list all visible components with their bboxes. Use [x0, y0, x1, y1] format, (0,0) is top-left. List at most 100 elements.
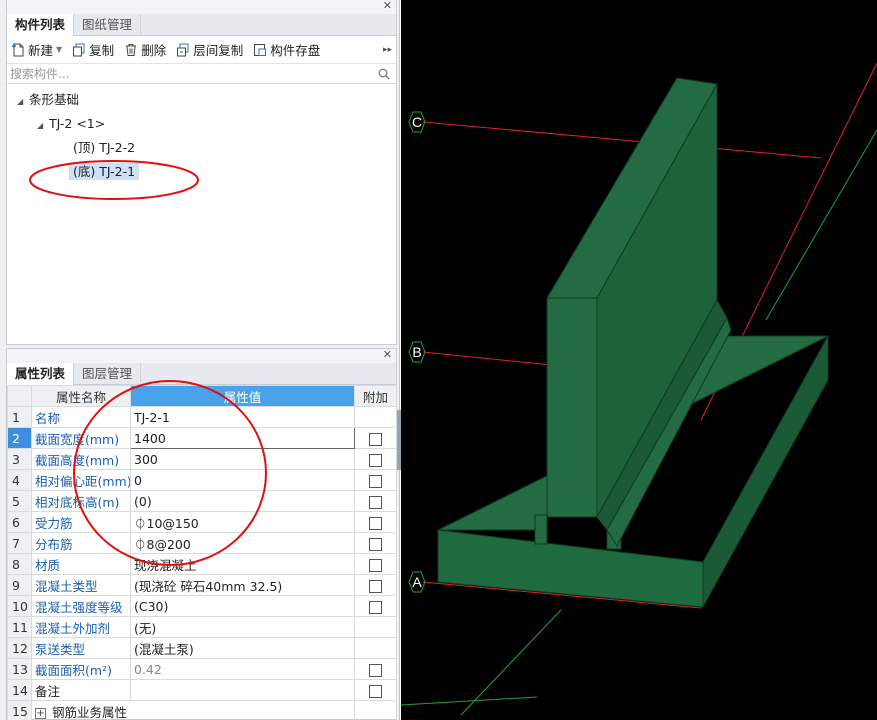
row-number: 15 [7, 700, 32, 720]
tree-node-tj2-2[interactable]: (顶) TJ-2-2 [7, 136, 396, 160]
extra-checkbox[interactable] [369, 579, 382, 593]
extra-cell [354, 700, 397, 720]
extra-checkbox[interactable] [369, 684, 382, 698]
table-row[interactable]: 15 + 钢筋业务属性 [7, 700, 397, 720]
3d-viewport[interactable]: C B A [400, 0, 877, 720]
chevron-down-icon[interactable]: ▼ [56, 45, 62, 54]
table-row[interactable]: 9 混凝土类型 (现浇砼 碎石40mm 32.5) [7, 574, 397, 596]
property-value[interactable]: (现浇砼 碎石40mm 32.5) [130, 574, 355, 596]
extra-checkbox[interactable] [369, 558, 382, 572]
extra-checkbox[interactable] [369, 453, 382, 467]
delete-label: 删除 [141, 43, 167, 58]
property-name: 混凝土强度等级 [31, 595, 131, 617]
expand-plus-icon[interactable]: + [35, 707, 46, 719]
delete-button[interactable]: 删除 [124, 40, 166, 59]
row-number: 5 [7, 490, 32, 512]
tree-node-tj2[interactable]: ◢ TJ-2 <1> [7, 112, 396, 136]
svg-text:A: A [412, 574, 422, 590]
extra-checkbox[interactable] [369, 495, 382, 509]
property-panel: ✕ 属性列表 图层管理 属性名称 属性值 附加 1 名称 TJ-2-1 2 截面… [6, 348, 397, 720]
extra-checkbox[interactable] [369, 432, 382, 446]
axis-label-c: C [408, 111, 426, 133]
toolbar-overflow-icon[interactable]: ▸▸ [383, 45, 392, 55]
tree-node-label: 条形基础 [29, 92, 80, 107]
copy-button[interactable]: 复制 [72, 40, 114, 59]
row-number: 8 [7, 553, 32, 575]
row-number: 2 [7, 427, 32, 449]
svg-text:B: B [412, 344, 421, 360]
panel-header-bar: ✕ [7, 0, 396, 14]
search-input[interactable] [10, 66, 378, 81]
grid-line [400, 696, 538, 706]
extra-cell [354, 427, 397, 449]
table-row[interactable]: 12 泵送类型 (混凝土泵) [7, 637, 397, 659]
row-number: 14 [7, 679, 32, 701]
save-component-icon [254, 43, 267, 56]
new-label: 新建 [28, 43, 54, 58]
save-component-button[interactable]: 构件存盘 [253, 40, 320, 59]
tab-drawing-management[interactable]: 图纸管理 [74, 14, 142, 35]
close-icon[interactable]: ✕ [383, 348, 392, 361]
extra-checkbox[interactable] [369, 600, 382, 614]
tree-node-label: (顶) TJ-2-2 [73, 140, 136, 155]
extra-cell [354, 616, 397, 638]
extra-checkbox[interactable] [369, 663, 382, 677]
table-row[interactable]: 10 混凝土强度等级 (C30) [7, 595, 397, 617]
property-group[interactable]: + 钢筋业务属性 [31, 700, 355, 720]
row-number: 9 [7, 574, 32, 596]
grid-line [765, 129, 877, 321]
row-number: 1 [7, 406, 32, 428]
property-value[interactable]: (无) [130, 616, 355, 638]
property-value[interactable]: (C30) [130, 595, 355, 617]
extra-checkbox[interactable] [369, 537, 382, 551]
extra-checkbox[interactable] [369, 516, 382, 530]
left-sidebar: ✕ 构件列表 图纸管理 新建 ▼ 复制 删除 层间复制 构件存盘 ▸▸ 搜索构件… [0, 0, 401, 720]
copy-label: 复制 [89, 43, 115, 58]
extra-cell [354, 511, 397, 533]
extra-checkbox[interactable] [369, 474, 382, 488]
tab-property-list[interactable]: 属性列表 [7, 363, 75, 385]
header-extra: 附加 [354, 385, 397, 407]
save-component-label: 构件存盘 [270, 43, 321, 58]
row-number: 6 [7, 511, 32, 533]
header-num [7, 385, 32, 407]
grid-line [460, 609, 562, 716]
tab-component-list[interactable]: 构件列表 [7, 14, 75, 36]
new-button[interactable]: 新建 ▼ [11, 40, 62, 59]
tree-node-strip-foundation[interactable]: ◢ 条形基础 [7, 88, 396, 112]
new-file-icon [12, 43, 24, 56]
axis-label-a: A [408, 571, 426, 593]
extra-cell [354, 469, 397, 491]
extra-cell [354, 553, 397, 575]
component-list-panel: ✕ 构件列表 图纸管理 新建 ▼ 复制 删除 层间复制 构件存盘 ▸▸ 搜索构件… [6, 0, 397, 345]
extra-cell [354, 658, 397, 680]
strip-foundation-model[interactable] [437, 77, 829, 608]
floor-copy-button[interactable]: 层间复制 [176, 40, 243, 59]
property-value: 0.42 [130, 658, 355, 680]
property-group-label: 钢筋业务属性 [52, 704, 128, 720]
property-name: 备注 [31, 679, 131, 701]
row-number: 3 [7, 448, 32, 470]
extra-cell [354, 490, 397, 512]
axis-line-b [422, 351, 552, 366]
extra-cell [354, 448, 397, 470]
extra-cell [354, 406, 397, 428]
table-row[interactable]: 11 混凝土外加剂 (无) [7, 616, 397, 638]
property-value[interactable]: (混凝土泵) [130, 637, 355, 659]
component-toolbar: 新建 ▼ 复制 删除 层间复制 构件存盘 ▸▸ [7, 36, 396, 64]
trash-icon [126, 43, 137, 56]
extra-cell [354, 637, 397, 659]
extra-cell [354, 532, 397, 554]
row-number: 4 [7, 469, 32, 491]
property-value[interactable] [130, 679, 355, 701]
expand-arrow-icon[interactable]: ◢ [37, 114, 49, 138]
axis-line-c [422, 121, 822, 159]
search-icon[interactable] [378, 68, 390, 80]
close-icon[interactable]: ✕ [383, 0, 392, 12]
extra-cell [354, 679, 397, 701]
table-row[interactable]: 13 截面面积(m²) 0.42 [7, 658, 397, 680]
expand-arrow-icon[interactable]: ◢ [17, 90, 29, 114]
property-name: 截面面积(m²) [31, 658, 131, 680]
annotation-ellipse-properties [73, 380, 267, 566]
table-row[interactable]: 14 备注 [7, 679, 397, 701]
